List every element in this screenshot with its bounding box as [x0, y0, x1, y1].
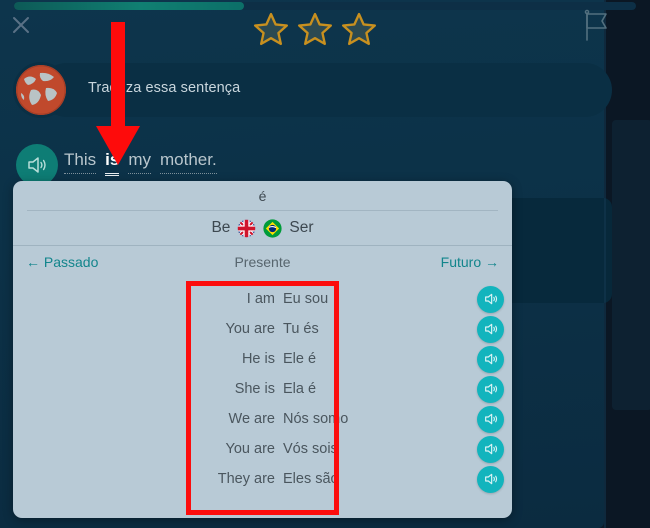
- row-audio-button[interactable]: [477, 465, 504, 493]
- row-audio-button[interactable]: [477, 315, 504, 343]
- table-row: They are Eles são: [13, 464, 512, 494]
- conjugation-english: They are: [217, 471, 275, 487]
- brazil-flag-icon: [263, 218, 283, 238]
- prompt-row: Traduza essa sentença: [16, 63, 612, 117]
- row-audio-button[interactable]: [477, 285, 504, 313]
- conjugation-english: I am: [246, 291, 275, 307]
- flag-icon: [584, 9, 607, 41]
- portuguese-infinitive: Ser: [289, 219, 314, 236]
- speaker-icon: [484, 293, 497, 305]
- conjugated-form: é: [258, 187, 267, 204]
- conjugation-table: I am Eu sou You are Tu és He is Ele é Sh…: [13, 278, 512, 494]
- speaker-icon: [484, 323, 497, 335]
- speaker-icon: [484, 443, 497, 455]
- conjugation-portuguese: Ele é: [283, 351, 317, 367]
- uk-flag-icon: [238, 219, 256, 237]
- conjugation-portuguese: Tu és: [283, 321, 319, 337]
- avatar: [16, 65, 66, 115]
- conjugation-portuguese: Ela é: [283, 381, 317, 397]
- star-2-icon: [297, 12, 333, 46]
- conjugation-english: You are: [225, 321, 275, 337]
- speaker-icon: [484, 413, 497, 425]
- conjugation-english: We are: [228, 411, 275, 427]
- sentence-word-3[interactable]: mother.: [159, 150, 217, 174]
- speaker-icon: [28, 157, 46, 173]
- globe-icon: [16, 65, 66, 115]
- conjugation-popup: é Be Ser ← Passado Presente Futuro → I a…: [13, 181, 512, 518]
- report-flag-button[interactable]: [578, 8, 612, 44]
- conjugation-english: She is: [234, 381, 275, 397]
- close-button[interactable]: [6, 10, 36, 40]
- speaker-icon: [484, 353, 497, 365]
- star-rating: [249, 10, 381, 48]
- speaker-icon: [484, 383, 497, 395]
- lesson-progress-bar: [14, 2, 636, 10]
- tense-navigation: ← Passado Presente Futuro →: [13, 246, 512, 278]
- conjugation-portuguese: Vós sois: [283, 441, 338, 457]
- conjugation-portuguese: Nós somo: [283, 411, 349, 427]
- star-3-icon: [341, 12, 377, 46]
- table-row: You are Tu és: [13, 314, 512, 344]
- table-row: You are Vós sois: [13, 434, 512, 464]
- conjugation-english: You are: [225, 441, 275, 457]
- sentence-word-2[interactable]: my: [128, 150, 151, 174]
- verb-infinitive-row: Be Ser: [13, 211, 512, 245]
- conjugation-english: He is: [241, 351, 275, 367]
- speaker-icon: [484, 473, 497, 485]
- row-audio-button[interactable]: [477, 435, 504, 463]
- sentence-audio-button[interactable]: [16, 144, 58, 186]
- tense-current-label: Presente: [234, 254, 291, 270]
- row-audio-button[interactable]: [477, 345, 504, 373]
- background-right-glow: [612, 120, 650, 410]
- tense-next-button[interactable]: Futuro →: [441, 254, 499, 270]
- sentence-word-1[interactable]: is: [105, 150, 120, 176]
- table-row: We are Nós somo: [13, 404, 512, 434]
- table-row: He is Ele é: [13, 344, 512, 374]
- conjugation-portuguese: Eles são: [283, 471, 339, 487]
- row-audio-button[interactable]: [477, 405, 504, 433]
- prompt-text: Traduza essa sentença: [88, 80, 241, 96]
- english-infinitive: Be: [211, 219, 231, 236]
- sentence-words: This is my mother.: [64, 150, 217, 176]
- table-row: I am Eu sou: [13, 284, 512, 314]
- close-icon: [13, 17, 29, 33]
- sentence-word-0[interactable]: This: [64, 150, 97, 174]
- table-row: She is Ela é: [13, 374, 512, 404]
- conjugation-portuguese: Eu sou: [283, 291, 329, 307]
- row-audio-button[interactable]: [477, 375, 504, 403]
- star-1-icon: [253, 12, 289, 46]
- lesson-progress-fill: [14, 2, 245, 10]
